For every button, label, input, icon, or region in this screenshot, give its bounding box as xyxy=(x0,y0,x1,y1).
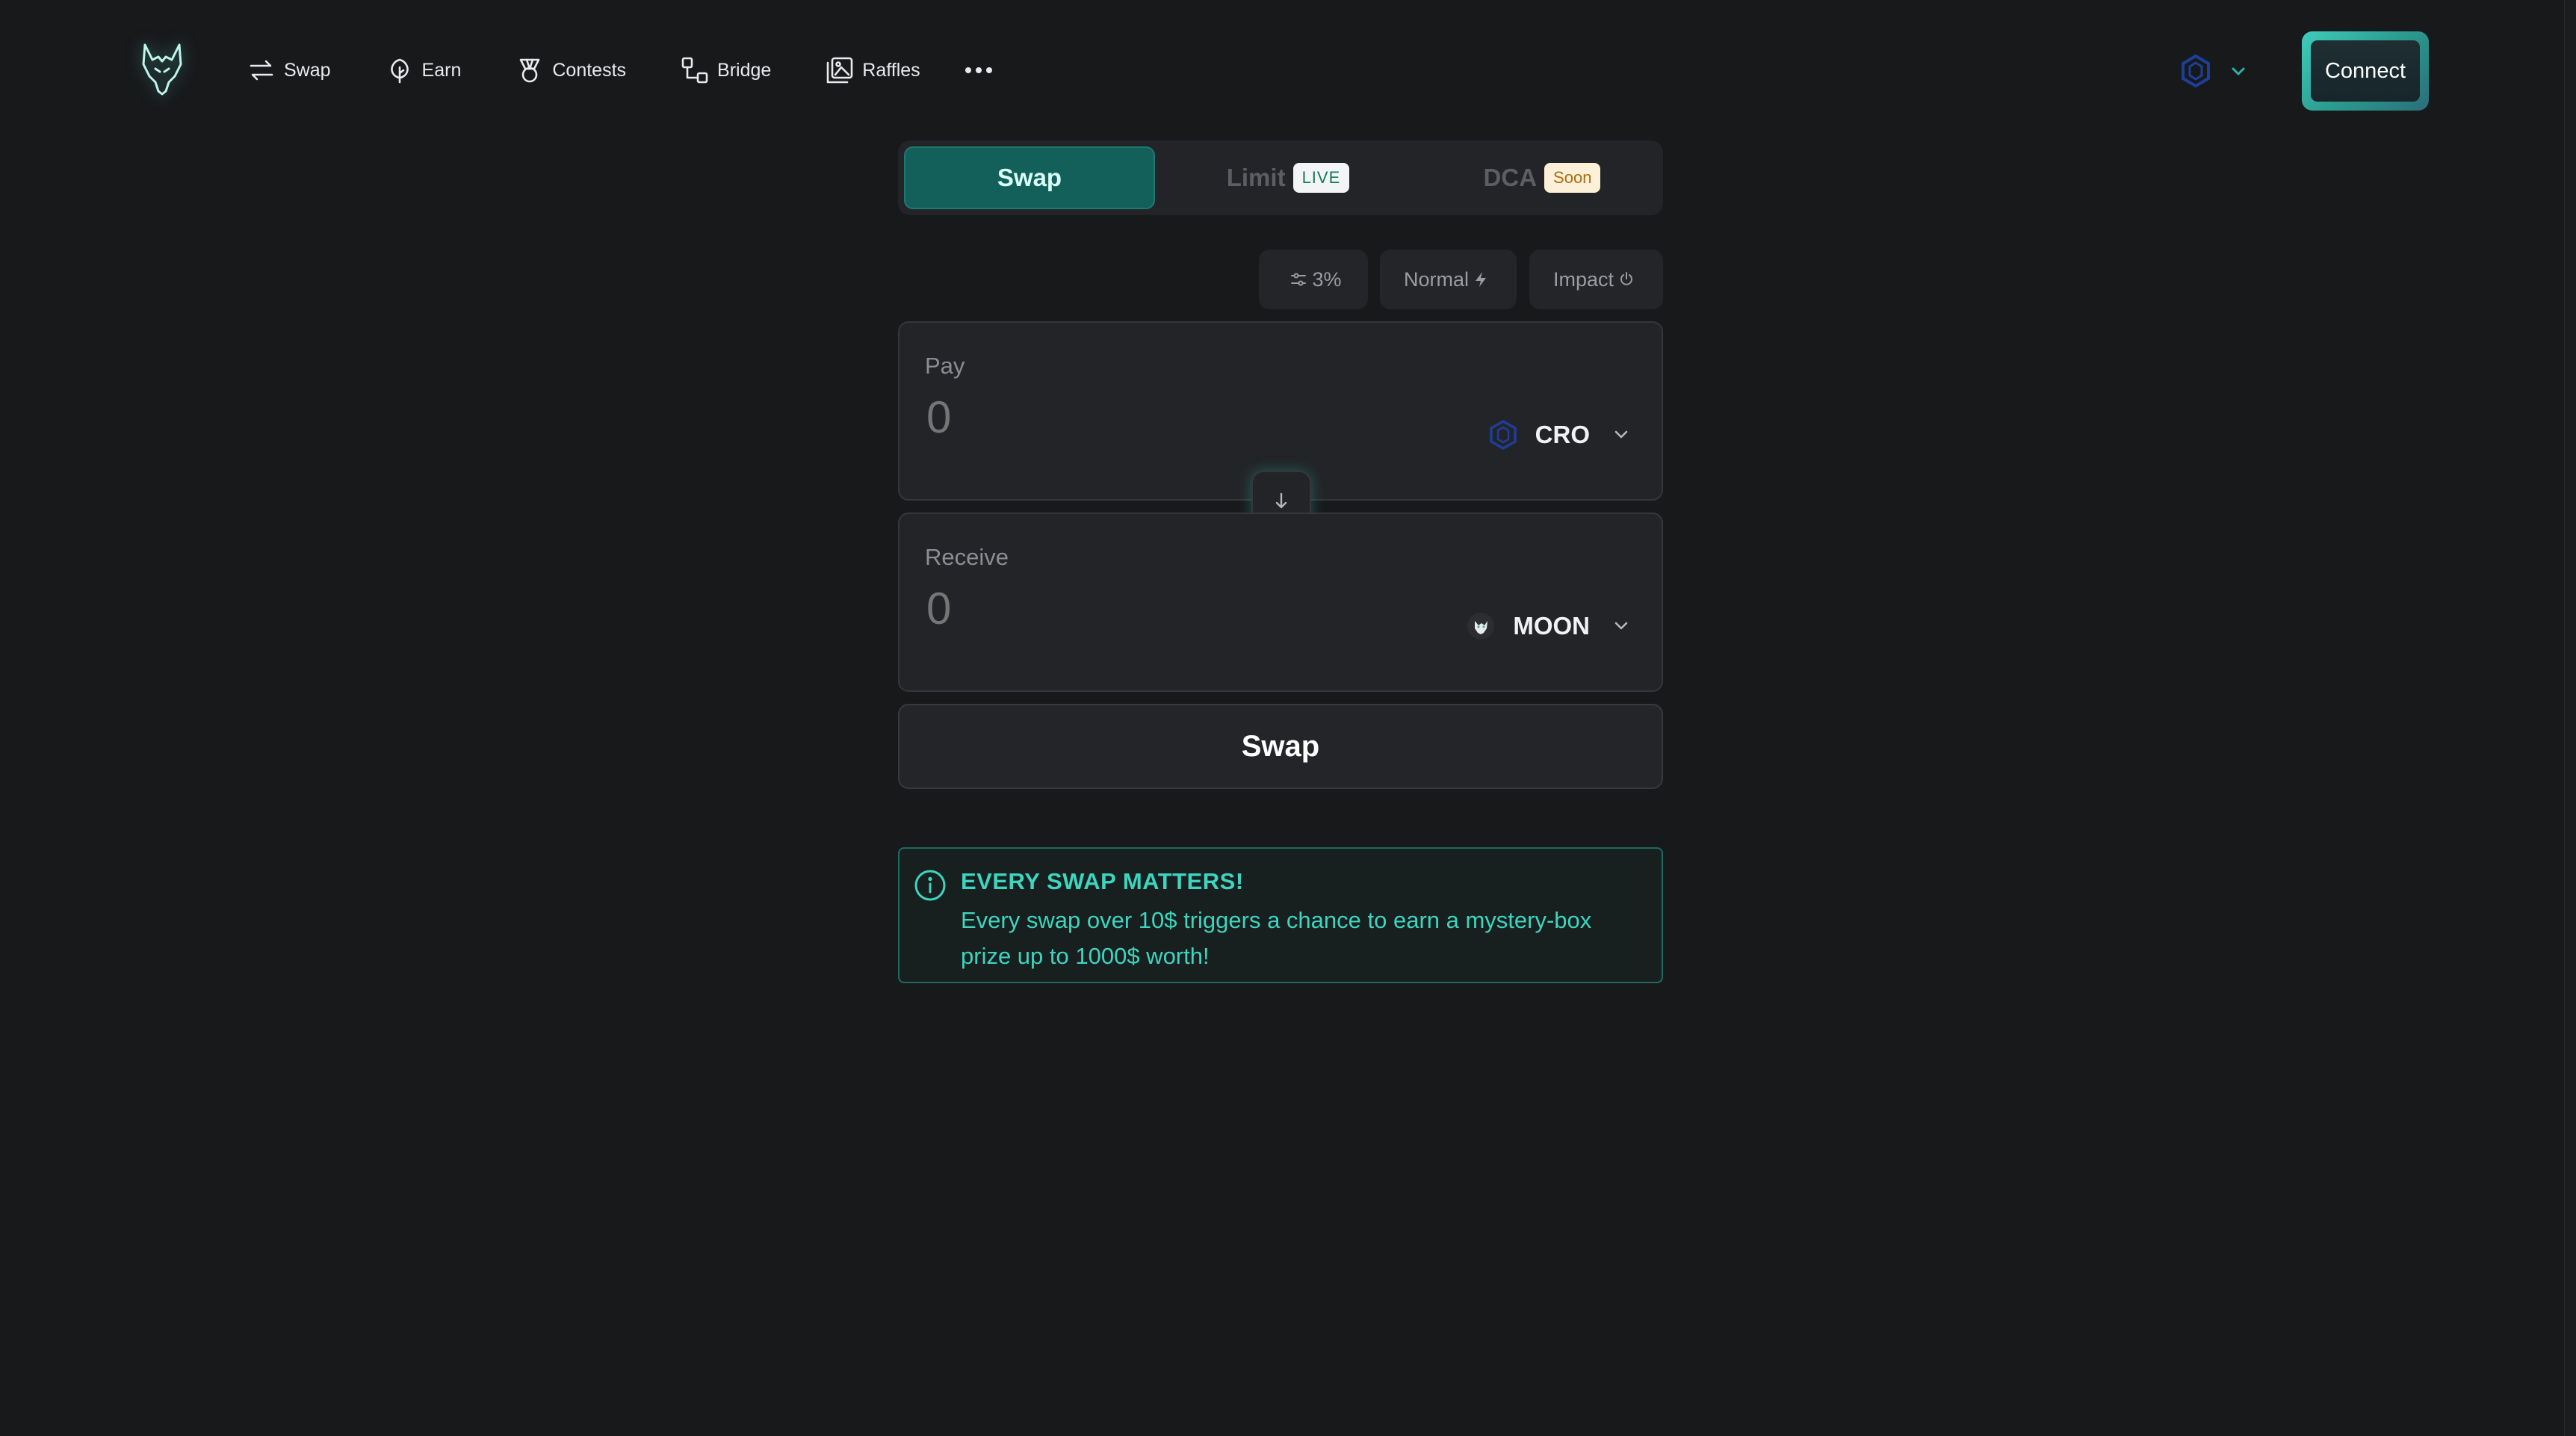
page-scrollbar[interactable] xyxy=(2564,0,2576,1436)
chevron-down-icon xyxy=(1614,622,1628,630)
tree-icon xyxy=(390,58,409,84)
nav-item-swap[interactable]: Swap xyxy=(247,55,331,85)
receive-panel: Receive MOON xyxy=(898,513,1663,692)
tx-speed-button[interactable]: Normal xyxy=(1380,250,1517,309)
impact-button[interactable]: Impact xyxy=(1529,250,1663,309)
pay-token-symbol: CRO xyxy=(1535,421,1590,448)
slippage-setting-button[interactable]: 3% xyxy=(1259,250,1368,309)
info-title: EVERY SWAP MATTERS! xyxy=(961,868,1244,894)
nav-item-label: Bridge xyxy=(717,59,772,81)
chevron-down-icon xyxy=(1614,430,1628,439)
bridge-icon xyxy=(681,57,708,84)
pay-amount-input[interactable] xyxy=(925,387,1373,447)
nav-item-label: Earn xyxy=(421,59,462,81)
connect-wallet-button[interactable]: Connect xyxy=(2302,31,2429,111)
trade-mode-tabs: Swap Limit LIVE DCA Soon xyxy=(898,140,1663,215)
arrow-down-icon xyxy=(1275,492,1287,509)
tab-dca[interactable]: DCA Soon xyxy=(1467,146,1617,209)
nav-item-label: Raffles xyxy=(862,59,920,81)
receive-amount-input[interactable] xyxy=(925,578,1373,638)
nav-item-contests[interactable]: Contests xyxy=(515,55,626,85)
nav-item-label: Swap xyxy=(284,59,331,81)
speed-label: Normal xyxy=(1403,267,1469,291)
cro-token-icon xyxy=(1489,419,1517,451)
nav-item-earn[interactable]: Earn xyxy=(385,55,462,85)
ellipsis-icon xyxy=(965,67,971,73)
swap-submit-button[interactable]: Swap xyxy=(898,704,1663,789)
chevron-down-icon xyxy=(2232,67,2245,75)
tab-dca-label: DCA xyxy=(1483,164,1538,191)
gallery-icon xyxy=(826,57,853,84)
nav-item-raffles[interactable]: Raffles xyxy=(825,55,920,85)
receive-token-selector[interactable]: MOON xyxy=(1465,604,1633,649)
impact-label: Impact xyxy=(1552,267,1614,291)
live-badge: LIVE xyxy=(1292,163,1350,193)
info-icon xyxy=(914,870,946,901)
promo-info-banner: EVERY SWAP MATTERS! Every swap over 10$ … xyxy=(898,847,1663,983)
tab-limit-label: Limit xyxy=(1226,164,1286,191)
tab-swap[interactable]: Swap xyxy=(904,146,1155,209)
info-body: Every swap over 10$ triggers a chance to… xyxy=(961,907,1592,969)
more-menu-button[interactable] xyxy=(965,67,997,73)
top-nav: Swap Earn Contests Bridge Raffles Connec… xyxy=(0,0,2576,142)
pay-token-selector[interactable]: CRO xyxy=(1487,412,1633,457)
network-selector[interactable] xyxy=(2179,52,2249,90)
tab-limit[interactable]: Limit LIVE xyxy=(1213,146,1363,209)
slippage-value: 3% xyxy=(1312,267,1342,291)
moon-token-icon xyxy=(1467,613,1495,640)
receive-label: Receive xyxy=(925,544,1009,570)
cro-chain-icon xyxy=(2182,54,2210,88)
power-icon xyxy=(1620,272,1632,285)
wolf-logo-icon[interactable] xyxy=(139,42,185,96)
swap-arrows-icon xyxy=(250,60,273,81)
nav-menu: Swap Earn Contests Bridge Raffles xyxy=(247,55,997,85)
receive-token-symbol: MOON xyxy=(1513,612,1590,640)
nav-item-bridge[interactable]: Bridge xyxy=(680,55,771,85)
sliders-icon xyxy=(1291,273,1307,286)
connect-label: Connect xyxy=(2311,40,2420,102)
pay-label: Pay xyxy=(925,353,965,379)
medal-icon xyxy=(520,58,540,83)
nav-item-label: Contests xyxy=(552,59,627,81)
soon-badge: Soon xyxy=(1544,163,1601,193)
lightning-icon xyxy=(1476,272,1486,287)
